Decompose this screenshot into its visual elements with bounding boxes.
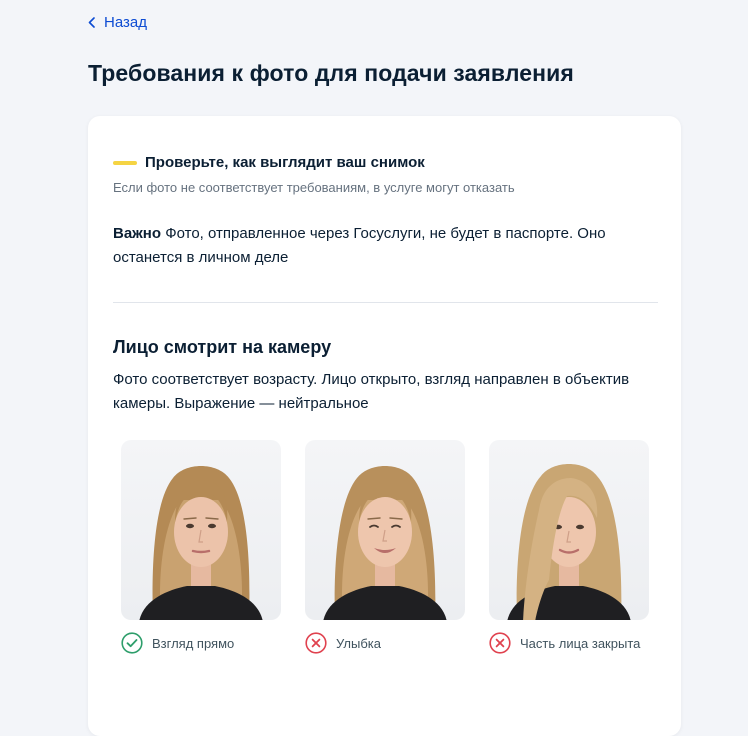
divider [113,302,658,303]
photo-example-smile: Улыбка [305,440,465,654]
important-text: Фото, отправленное через Госуслуги, не б… [113,225,606,266]
notice-header: Проверьте, как выглядит ваш снимок [113,154,425,171]
cross-circle-icon [305,632,327,654]
back-link-label: Назад [104,14,147,31]
caption-text: Улыбка [336,635,381,651]
example-photo [121,440,281,620]
notice-title: Проверьте, как выглядит ваш снимок [145,154,425,171]
chevron-left-icon [88,17,95,28]
caption-text: Взгляд прямо [152,635,235,651]
back-link[interactable]: Назад [88,14,147,31]
photo-example-covered: Часть лица закрыта [489,440,649,654]
photo-examples: Взгляд прямо Улыбка Часть лица закрыта [121,440,649,654]
cross-circle-icon [489,632,511,654]
photo-caption: Часть лица закрыта [489,632,649,654]
check-circle-icon [121,632,143,654]
photo-example-straight: Взгляд прямо [121,440,281,654]
accent-bar [113,160,137,165]
important-note: Важно Фото, отправленное через Госуслуги… [113,222,653,270]
section-description: Фото соответствует возрасту. Лицо открыт… [113,371,630,412]
example-photo [489,440,649,620]
page-title: Требования к фото для подачи заявления [88,60,574,86]
important-label: Важно [113,225,162,242]
notice-subtitle: Если фото не соответствует требованиям, … [113,180,515,195]
example-photo [305,440,465,620]
photo-caption: Улыбка [305,632,465,654]
requirements-card: Проверьте, как выглядит ваш снимок Если … [88,116,681,736]
caption-text: Часть лица закрыта [520,635,641,651]
photo-caption: Взгляд прямо [121,632,281,654]
section-title: Лицо смотрит на камеру [113,337,332,357]
